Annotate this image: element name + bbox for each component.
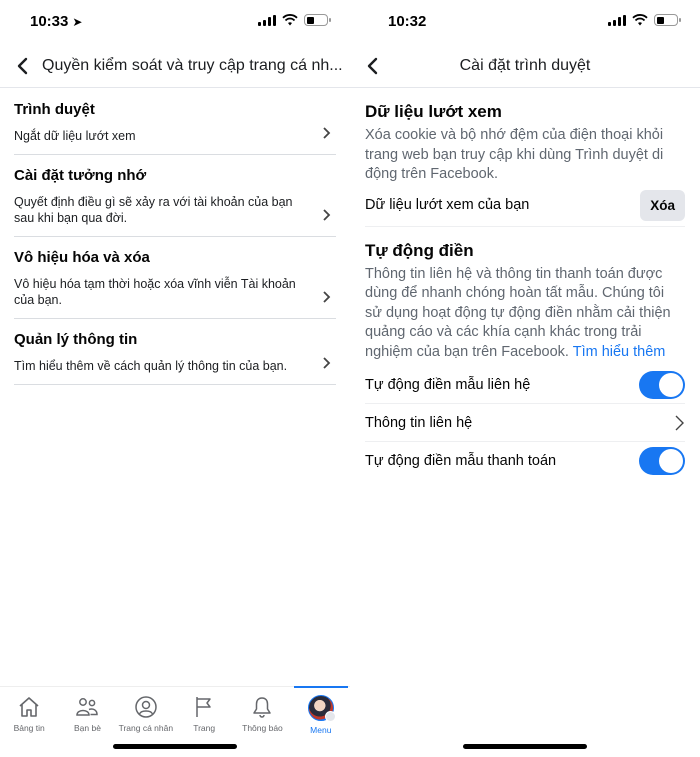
chevron-right-icon bbox=[323, 209, 331, 221]
row-label: Tự động điền mẫu thanh toán bbox=[365, 453, 557, 469]
status-time: 10:33 ➤ bbox=[30, 13, 83, 30]
chevron-right-icon bbox=[675, 415, 684, 430]
browsing-data-desc: Xóa cookie và bộ nhớ đệm của điện thoại … bbox=[365, 127, 664, 182]
tab-profile[interactable]: Trang cá nhân bbox=[117, 687, 175, 736]
row-label: Dữ liệu lướt xem của bạn bbox=[365, 197, 530, 213]
chevron-right-icon bbox=[323, 357, 331, 369]
battery-icon bbox=[304, 14, 331, 26]
wifi-icon bbox=[282, 14, 298, 26]
page-title: Quyền kiểm soát và truy cập trang cá nh.… bbox=[42, 57, 343, 74]
settings-item-deactivate-delete[interactable]: Vô hiệu hóa và xóa Vô hiệu hóa tạm thời … bbox=[14, 237, 336, 319]
row-label: Thông tin liên hệ bbox=[365, 414, 473, 431]
browsing-data-row: Dữ liệu lướt xem của bạn Xóa bbox=[365, 185, 685, 227]
menu-icon bbox=[324, 711, 336, 722]
status-bar: 10:33 ➤ bbox=[0, 0, 350, 46]
autofill-contact-toggle[interactable] bbox=[639, 370, 685, 399]
settings-item-browser[interactable]: Trình duyệt Ngắt dữ liệu lướt xem bbox=[14, 88, 336, 155]
chevron-right-icon bbox=[323, 127, 331, 139]
avatar bbox=[307, 695, 336, 722]
flag-icon bbox=[196, 697, 211, 717]
wifi-icon bbox=[632, 14, 648, 26]
left-screen: 10:33 ➤ Quyền kiểm soát và truy cập trang… bbox=[0, 0, 350, 757]
clear-button[interactable]: Xóa bbox=[640, 189, 685, 221]
learn-more-link[interactable]: Tìm hiểu thêm bbox=[573, 344, 666, 360]
settings-item-manage-info[interactable]: Quản lý thông tin Tìm hiểu thêm về cách … bbox=[14, 319, 336, 385]
bell-icon bbox=[253, 697, 272, 718]
browsing-data-heading: Dữ liệu lướt xem bbox=[365, 102, 502, 121]
status-time: 10:32 bbox=[388, 13, 427, 30]
tab-news-feed[interactable]: Bảng tin bbox=[0, 687, 58, 736]
section-desc: Tìm hiểu thêm về cách quản lý thông tin … bbox=[14, 359, 288, 373]
nav-bar: Quyền kiểm soát và truy cập trang cá nh.… bbox=[0, 46, 350, 88]
bottom-tab-bar: Bảng tin Bạn bè Trang cá nhân Trang Thôn… bbox=[0, 686, 350, 736]
tab-menu[interactable]: Menu bbox=[292, 686, 350, 736]
section-desc: Quyết định điều gì sẽ xảy ra với tài kho… bbox=[14, 195, 293, 225]
row-label: Tự động điền mẫu liên hệ bbox=[365, 376, 531, 393]
nav-bar: Cài đặt trình duyệt bbox=[350, 46, 700, 88]
right-screen: 10:32 Cài đặt trình duyệt Dữ liệu lướt x… bbox=[350, 0, 700, 757]
browser-settings-content: Dữ liệu lướt xem Xóa cookie và bộ nhớ đệ… bbox=[350, 102, 700, 480]
autofill-heading: Tự động điền bbox=[365, 240, 474, 260]
status-bar: 10:32 bbox=[350, 0, 700, 46]
tab-notifications[interactable]: Thông báo bbox=[233, 687, 291, 736]
battery-icon bbox=[654, 14, 681, 26]
home-icon bbox=[19, 697, 39, 717]
section-desc: Vô hiệu hóa tạm thời hoặc xóa vĩnh viễn … bbox=[14, 277, 296, 307]
back-button[interactable] bbox=[14, 56, 32, 76]
section-title: Cài đặt tưởng nhớ bbox=[14, 167, 147, 184]
chevron-right-icon bbox=[323, 291, 331, 303]
section-desc: Ngắt dữ liệu lướt xem bbox=[14, 129, 136, 143]
tab-pages[interactable]: Trang bbox=[175, 687, 233, 736]
signal-icon bbox=[608, 14, 626, 26]
autofill-payment-toggle[interactable] bbox=[639, 447, 685, 475]
home-indicator bbox=[113, 744, 237, 749]
location-arrow-icon: ➤ bbox=[72, 15, 83, 29]
autofill-payment-row: Tự động điền mẫu thanh toán bbox=[365, 442, 685, 480]
section-title: Vô hiệu hóa và xóa bbox=[14, 249, 150, 266]
contact-info-row[interactable]: Thông tin liên hệ bbox=[365, 404, 685, 442]
signal-icon bbox=[258, 14, 276, 26]
section-title: Quản lý thông tin bbox=[14, 331, 138, 348]
home-indicator bbox=[463, 744, 587, 749]
settings-item-memorialization[interactable]: Cài đặt tưởng nhớ Quyết định điều gì sẽ … bbox=[14, 155, 336, 237]
section-title: Trình duyệt bbox=[14, 101, 95, 118]
profile-icon bbox=[135, 696, 157, 718]
tab-friends[interactable]: Bạn bè bbox=[58, 687, 116, 736]
autofill-desc: Thông tin liên hệ và thông tin thanh toá… bbox=[365, 265, 671, 360]
autofill-contact-row: Tự động điền mẫu liên hệ bbox=[365, 366, 685, 404]
page-title: Cài đặt trình duyệt bbox=[459, 57, 591, 74]
friends-icon bbox=[76, 698, 99, 716]
